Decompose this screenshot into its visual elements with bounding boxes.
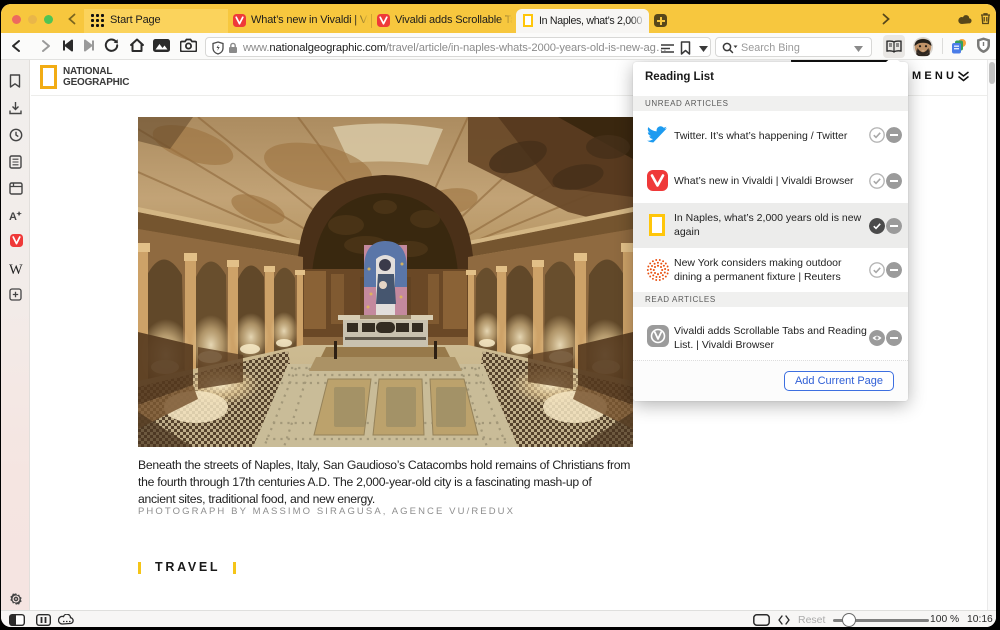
- svg-text:A: A: [9, 211, 17, 222]
- svg-text:W: W: [9, 262, 23, 275]
